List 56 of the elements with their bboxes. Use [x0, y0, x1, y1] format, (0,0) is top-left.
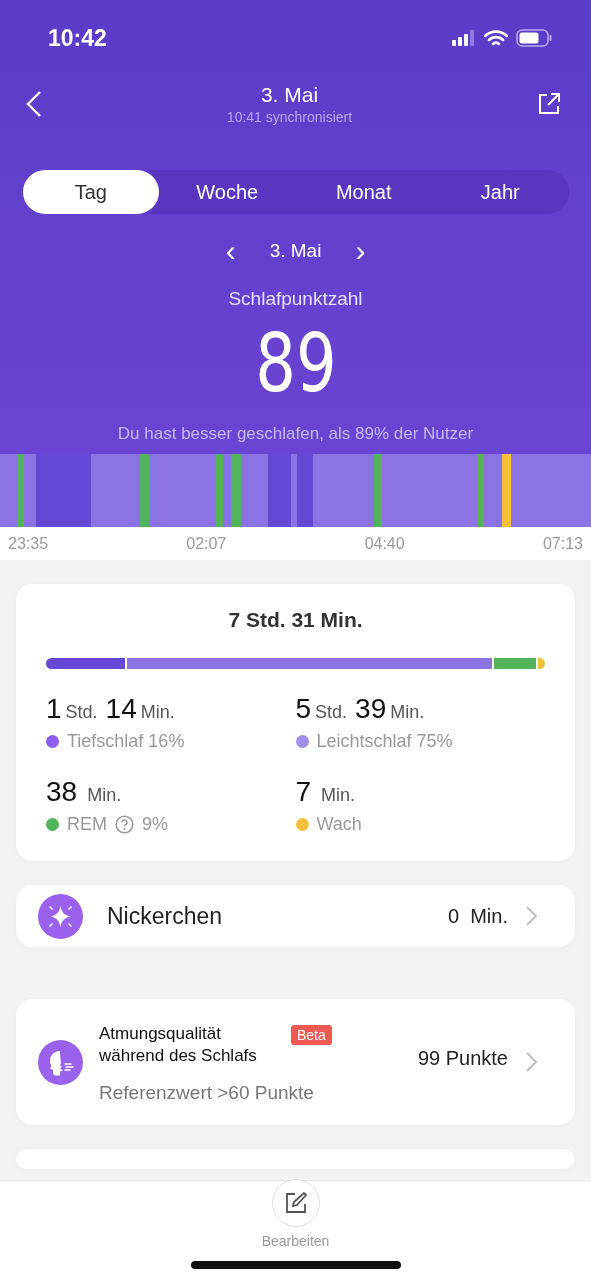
- time-label: 07:13: [542, 534, 583, 553]
- minutes-unit: Min.: [321, 785, 356, 806]
- time-label: 02:07: [186, 534, 227, 553]
- stage-label: Tiefschlaf 16%: [67, 731, 185, 752]
- score-label: Schlafpunktzahl: [228, 288, 363, 310]
- sleep-score: 89: [254, 324, 337, 404]
- stage-minutes: 7: [295, 776, 312, 808]
- edit-button[interactable]: [271, 1179, 320, 1227]
- current-date: 3. Mai: [269, 240, 322, 262]
- total-sleep: 7 Std. 31 Min.: [228, 608, 363, 632]
- stage-minutes: 38: [46, 776, 78, 808]
- stage-minutes: 39: [355, 693, 387, 725]
- signal-icon: [452, 30, 476, 46]
- minutes-unit: Min.: [140, 702, 175, 723]
- reference-value: Referenzwert >60 Punkte: [99, 1081, 315, 1104]
- breathing-score: 99 Punkte: [417, 1046, 508, 1070]
- stage-label: Leichtschlaf 75%: [316, 731, 453, 752]
- chevron-right-icon: [526, 1052, 537, 1072]
- battery-icon: [516, 29, 553, 47]
- back-icon[interactable]: [26, 90, 42, 118]
- beta-badge: Beta: [291, 1024, 332, 1045]
- stage-label: Wach: [316, 814, 362, 835]
- period-tab[interactable]: Monat: [295, 170, 432, 214]
- period-tab[interactable]: Jahr: [432, 170, 569, 214]
- chevron-right-icon: [526, 906, 537, 926]
- stage-hours: 1: [46, 693, 62, 725]
- score-comparison: Du hast besser geschlafen, als 89% der Nutzer: [117, 424, 474, 444]
- period-tab[interactable]: Tag: [22, 170, 159, 214]
- previous-day-button[interactable]: ‹: [221, 236, 240, 266]
- time-label: 04:40: [364, 534, 405, 553]
- next-day-button[interactable]: ›: [351, 236, 370, 266]
- stage-label: REM: [67, 814, 107, 835]
- status-time: 10:42: [48, 24, 107, 52]
- sparkle-icon: [38, 893, 83, 939]
- stage-percent: 9%: [142, 814, 168, 835]
- minutes-unit: Min.: [87, 785, 122, 806]
- stage-minutes: 14: [105, 693, 137, 725]
- help-icon[interactable]: [115, 815, 134, 834]
- edit-icon: [284, 1192, 307, 1214]
- share-icon[interactable]: [537, 92, 561, 116]
- nap-title: Nickerchen: [107, 902, 224, 930]
- hours-unit: Std.: [65, 702, 98, 723]
- sync-status: 10:41 synchronisiert: [226, 109, 353, 125]
- breathing-card[interactable]: Atmungsqualität während des Schlafs Beta 99 Punkte Referenzwert >60 Punkte: [16, 999, 575, 1125]
- nap-duration: 0 Min.: [447, 904, 508, 928]
- breathing-title: Atmungsqualität während des Schlafs: [99, 1022, 258, 1067]
- nap-card[interactable]: Nickerchen 0 Min.: [16, 885, 575, 947]
- hours-unit: Std.: [315, 702, 348, 723]
- stage-hours: 5: [295, 693, 312, 725]
- minutes-unit: Min.: [390, 702, 425, 723]
- wifi-icon: [484, 29, 508, 47]
- period-tab[interactable]: Woche: [159, 170, 296, 214]
- edit-label: Bearbeiten: [261, 1233, 330, 1249]
- time-label: 23:35: [8, 534, 49, 553]
- breathing-face-icon: [38, 1039, 83, 1085]
- page-title: 3. Mai: [260, 83, 319, 107]
